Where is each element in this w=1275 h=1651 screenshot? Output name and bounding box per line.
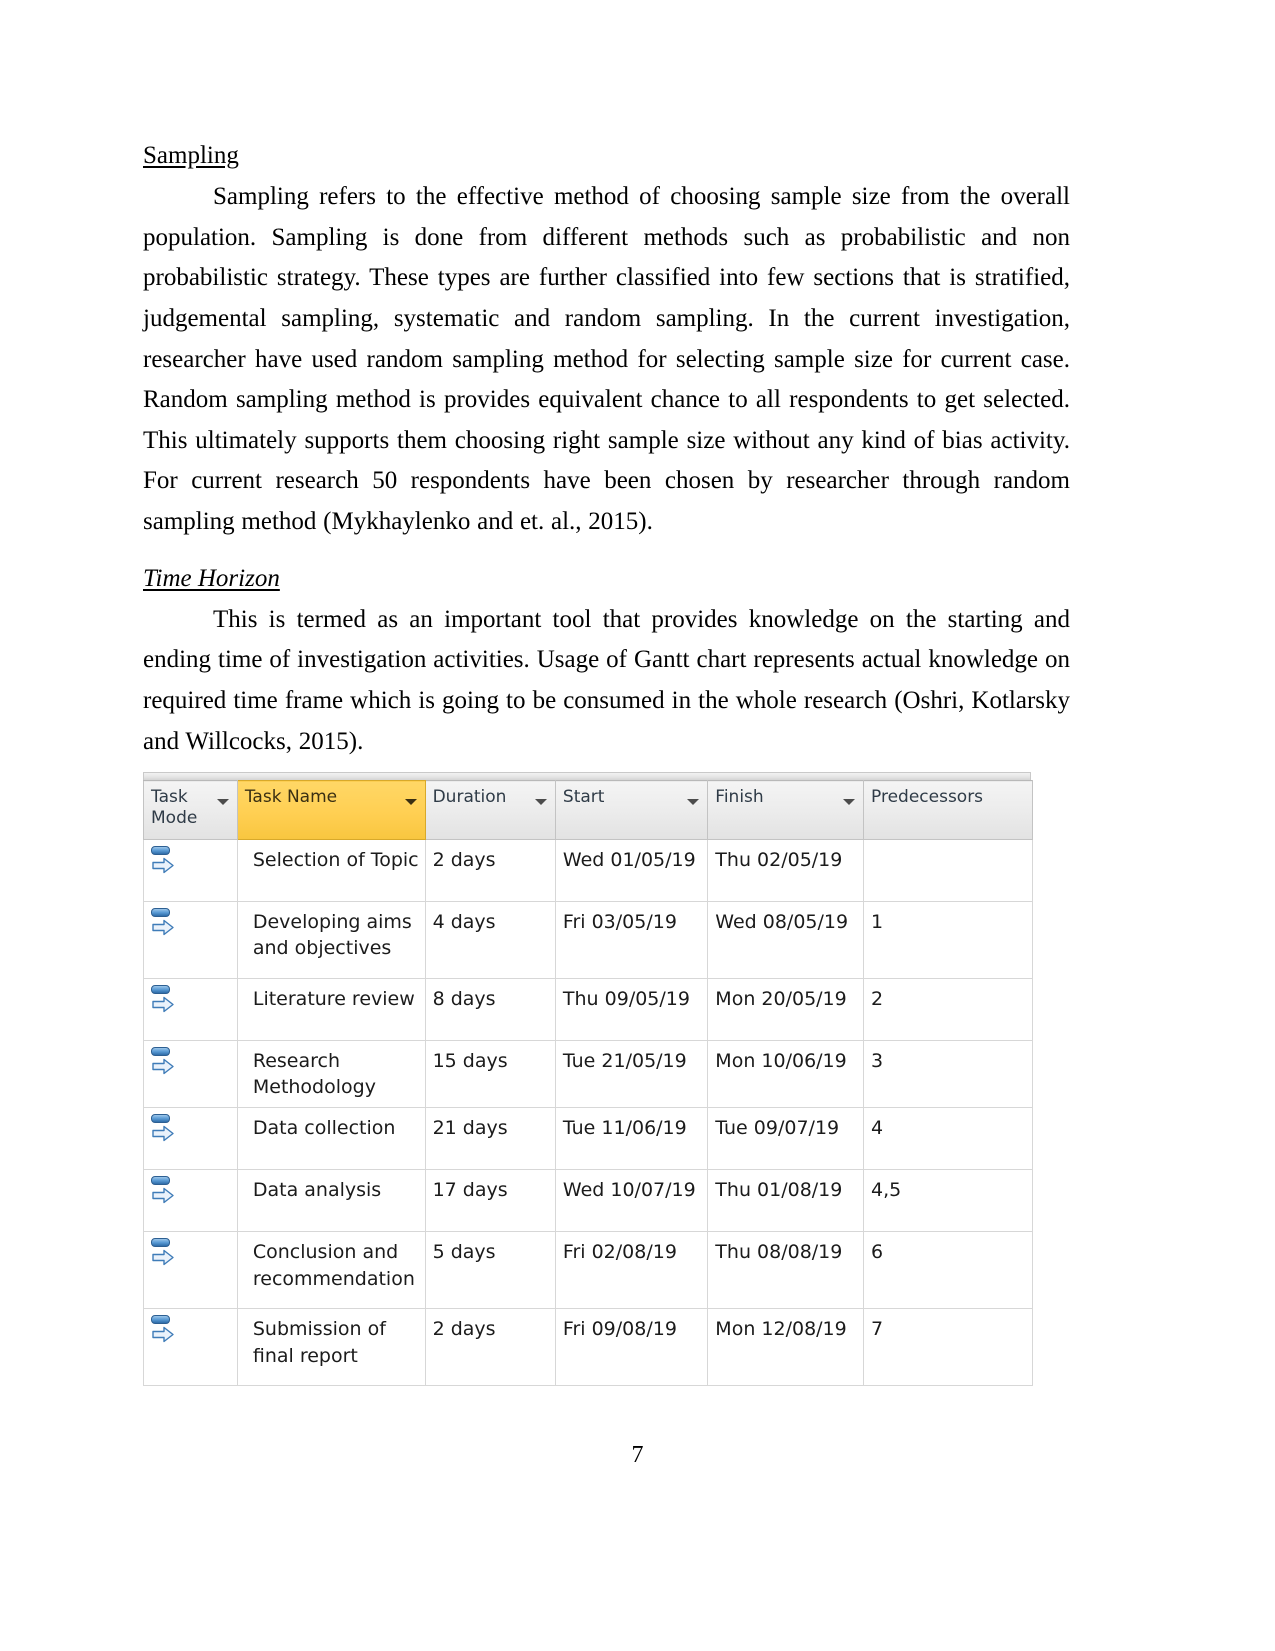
cell-duration[interactable]: 21 days	[424, 1107, 556, 1171]
filter-dropdown-icon[interactable]	[687, 799, 700, 805]
cell-task-mode[interactable]	[143, 901, 238, 979]
section-heading-time-horizon: Time Horizon	[143, 563, 1070, 594]
filter-dropdown-icon[interactable]	[843, 799, 855, 805]
paragraph-sampling: Sampling refers to the effective method …	[143, 183, 1070, 535]
cell-start[interactable]: Tue 21/05/19	[554, 1039, 709, 1109]
cell-predecessors[interactable]	[863, 839, 1033, 902]
section-heading-time-horizon-text: Time Horizon	[143, 564, 280, 592]
cell-duration[interactable]: 8 days	[424, 978, 556, 1041]
cell-task-mode[interactable]	[143, 1169, 238, 1233]
cell-duration[interactable]: 2 days	[424, 1308, 556, 1387]
table-header: Task Mode Task Name Duration Start Finis…	[143, 780, 1033, 840]
cell-task-mode[interactable]	[143, 1231, 238, 1310]
cell-task-mode[interactable]	[143, 1308, 238, 1387]
cell-finish[interactable]: Mon 20/05/19	[707, 978, 864, 1041]
cell-predecessors[interactable]: 6	[863, 1231, 1033, 1310]
cell-task-name[interactable]: Research Methodology	[236, 1039, 426, 1109]
section-heading-sampling-text: Sampling	[143, 142, 239, 169]
cell-finish[interactable]: Thu 08/08/19	[707, 1231, 864, 1310]
cell-duration[interactable]: 2 days	[424, 839, 556, 902]
column-header-finish-label: Finish	[715, 787, 764, 807]
page-number: 7	[631, 1442, 644, 1468]
table-row[interactable]: Research Methodology 15 days Tue 21/05/19 M…	[143, 1039, 1033, 1109]
cell-duration[interactable]: 4 days	[424, 901, 556, 979]
auto-schedule-icon	[150, 1176, 176, 1206]
column-header-task-mode[interactable]: Task Mode	[143, 780, 238, 840]
cell-start[interactable]: Wed 10/07/19	[554, 1169, 709, 1233]
auto-schedule-icon	[150, 1047, 176, 1077]
filter-dropdown-icon[interactable]	[404, 799, 417, 805]
column-header-task-name[interactable]: Task Name	[236, 780, 426, 840]
column-header-duration-label: Duration	[432, 787, 507, 807]
cell-finish[interactable]: Wed 08/05/19	[707, 901, 864, 979]
cell-task-name[interactable]: Submission of final report	[236, 1308, 426, 1387]
cell-start[interactable]: Fri 03/05/19	[554, 901, 709, 979]
cell-task-mode[interactable]	[143, 1039, 238, 1109]
cell-finish[interactable]: Tue 09/07/19	[707, 1107, 864, 1171]
cell-task-name[interactable]: Conclusion and recommendation	[236, 1231, 426, 1310]
column-header-finish[interactable]: Finish	[707, 780, 864, 840]
cell-start[interactable]: Thu 09/05/19	[554, 978, 709, 1041]
table-row[interactable]: Selection of Topic 2 days Wed 01/05/19 Thu …	[143, 839, 1033, 902]
column-header-task-mode-label: Task Mode	[151, 787, 198, 829]
cell-start[interactable]: Fri 09/08/19	[554, 1308, 709, 1387]
cell-finish[interactable]: Thu 01/08/19	[707, 1169, 864, 1233]
cell-predecessors[interactable]: 4	[863, 1107, 1033, 1171]
column-header-duration[interactable]: Duration	[424, 780, 556, 840]
cell-finish[interactable]: Thu 02/05/19	[707, 839, 864, 902]
cell-task-name[interactable]: Selection of Topic	[236, 839, 426, 902]
cell-predecessors[interactable]: 4,5	[863, 1169, 1033, 1233]
cell-finish[interactable]: Mon 10/06/19	[707, 1039, 864, 1109]
cell-predecessors[interactable]: 1	[863, 901, 1033, 979]
auto-schedule-icon	[150, 1114, 176, 1144]
cell-task-mode[interactable]	[143, 1107, 238, 1171]
table-body: Selection of Topic 2 days Wed 01/05/19 Thu …	[143, 839, 1033, 1387]
cell-duration[interactable]: 17 days	[424, 1169, 556, 1233]
cell-task-name[interactable]: Data collection	[236, 1107, 426, 1171]
cell-task-name[interactable]: Data analysis	[236, 1169, 426, 1233]
cell-task-name[interactable]: Literature review	[236, 978, 426, 1041]
cell-duration[interactable]: 5 days	[424, 1231, 556, 1310]
cell-start[interactable]: Fri 02/08/19	[554, 1231, 709, 1310]
cell-start[interactable]: Tue 11/06/19	[554, 1107, 709, 1171]
filter-dropdown-icon[interactable]	[216, 799, 229, 805]
table-top-strip	[143, 772, 1031, 780]
cell-start[interactable]: Wed 01/05/19	[554, 839, 709, 902]
filter-dropdown-icon[interactable]	[534, 799, 547, 805]
column-header-predecessors-label: Predecessors	[871, 787, 984, 807]
document-page: Sampling Sampling refers to the effectiv…	[0, 0, 1275, 1651]
column-header-task-name-label: Task Name	[244, 787, 338, 807]
auto-schedule-icon	[150, 846, 176, 876]
cell-task-mode[interactable]	[143, 839, 238, 902]
table-row[interactable]: Data analysis 17 days Wed 10/07/19 Thu 01/0…	[143, 1169, 1033, 1233]
table-row[interactable]: Data collection 21 days Tue 11/06/19 Tue 09…	[143, 1107, 1033, 1171]
table-header-row: Task Mode Task Name Duration Start Finis…	[143, 780, 1033, 840]
column-header-start[interactable]: Start	[554, 780, 709, 840]
section-heading-sampling: Sampling	[143, 140, 1070, 171]
document-body: Sampling Sampling refers to the effectiv…	[143, 140, 1070, 762]
table-row[interactable]: Submission of final report 2 days Fri 09/0…	[143, 1308, 1033, 1387]
paragraph-time-horizon: This is termed as an important tool that…	[143, 605, 1070, 755]
cell-predecessors[interactable]: 3	[863, 1039, 1033, 1109]
cell-predecessors[interactable]: 7	[863, 1308, 1033, 1387]
cell-task-mode[interactable]	[143, 978, 238, 1041]
auto-schedule-icon	[150, 985, 176, 1015]
task-table: Task Mode Task Name Duration Start Finis…	[143, 780, 1033, 1387]
auto-schedule-icon	[150, 908, 176, 938]
column-header-start-label: Start	[562, 787, 605, 807]
table-row[interactable]: Conclusion and recommendation 5 days Fri 0…	[143, 1231, 1033, 1310]
column-header-predecessors[interactable]: Predecessors	[863, 780, 1033, 840]
table-row[interactable]: Developing aims and objectives 4 days Fri …	[143, 901, 1033, 979]
cell-task-name[interactable]: Developing aims and objectives	[236, 901, 426, 979]
table-row[interactable]: Literature review 8 days Thu 09/05/19 Mon 2…	[143, 978, 1033, 1041]
auto-schedule-icon	[150, 1315, 176, 1345]
cell-finish[interactable]: Mon 12/08/19	[707, 1308, 864, 1387]
cell-duration[interactable]: 15 days	[424, 1039, 556, 1109]
cell-predecessors[interactable]: 2	[863, 978, 1033, 1041]
auto-schedule-icon	[150, 1238, 176, 1268]
gantt-task-table: Task Mode Task Name Duration Start Finis…	[143, 772, 1033, 1387]
